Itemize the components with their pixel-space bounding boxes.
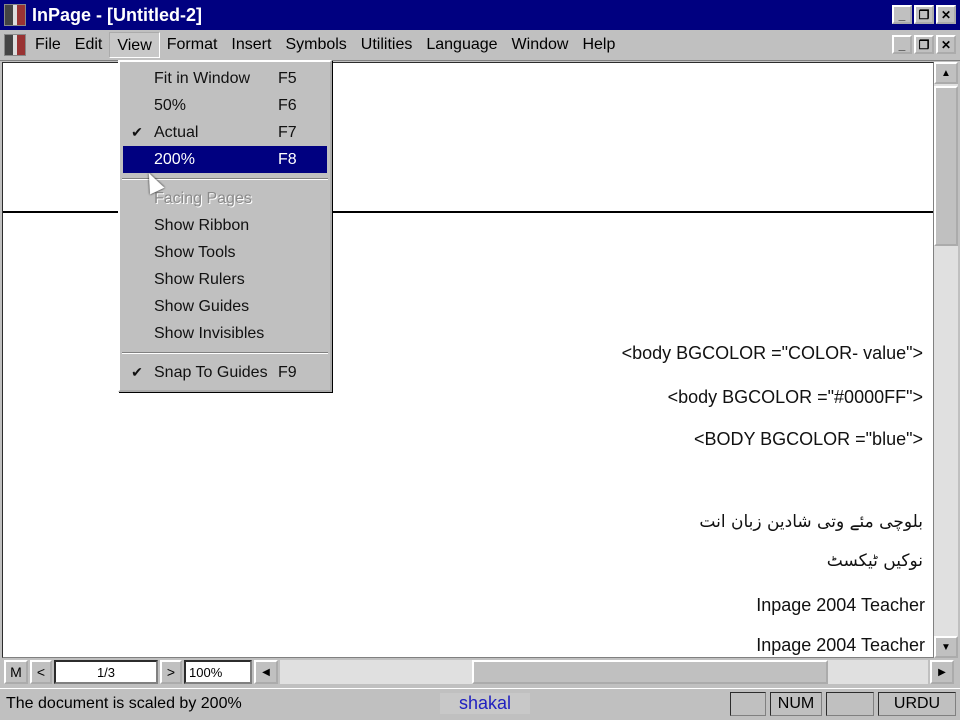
next-page-button[interactable]: >	[160, 660, 182, 684]
menu-view[interactable]: View	[109, 32, 160, 58]
menu-item-label: Show Rulers	[154, 270, 245, 288]
menu-insert[interactable]: Insert	[224, 32, 278, 58]
menu-item-snap-to-guides[interactable]: ✔ Snap To Guides F9	[120, 359, 330, 386]
text-line[interactable]: <BODY BGCOLOR ="blue">	[694, 429, 923, 450]
page-number-field[interactable]: 1/3	[54, 660, 158, 684]
scroll-up-button[interactable]: ▲	[934, 62, 958, 84]
navigation-bar: M < 1/3 > 100% ◀ ▶	[0, 658, 960, 686]
document-icon[interactable]	[4, 34, 26, 56]
menu-window[interactable]: Window	[505, 32, 576, 58]
horizontal-scrollbar[interactable]	[280, 660, 928, 684]
scroll-down-button[interactable]: ▼	[934, 636, 958, 658]
menu-symbols[interactable]: Symbols	[278, 32, 353, 58]
menu-item-label: Facing Pages	[154, 189, 252, 207]
status-message: The document is scaled by 200%	[6, 694, 242, 712]
title-bar: InPage - [Untitled-2] _ ❐ ✕	[0, 0, 960, 30]
menu-item-show-ribbon[interactable]: Show Ribbon	[120, 212, 330, 239]
scroll-left-button[interactable]: ◀	[254, 660, 278, 684]
menu-edit[interactable]: Edit	[68, 32, 110, 58]
doc-close-button[interactable]: ✕	[936, 35, 956, 54]
menu-item-label: 200%	[154, 150, 195, 168]
check-icon: ✔	[131, 124, 143, 140]
menu-item-label: Show Guides	[154, 297, 250, 315]
shortcut: F5	[278, 69, 297, 87]
check-icon: ✔	[131, 364, 143, 380]
shortcut: F7	[278, 123, 297, 141]
menu-help[interactable]: Help	[575, 32, 622, 58]
menu-item-fit-in-window[interactable]: Fit in Window F5	[120, 65, 330, 92]
close-button[interactable]: ✕	[936, 5, 956, 24]
vertical-scrollbar[interactable]: ▲ ▼	[934, 62, 958, 658]
menu-format[interactable]: Format	[160, 32, 225, 58]
menu-item-label: Show Ribbon	[154, 216, 250, 234]
status-cell-empty	[826, 691, 874, 716]
text-line[interactable]: <body BGCOLOR ="COLOR- value">	[622, 343, 923, 364]
urdu-text-line[interactable]: نوکیں ٹیکسٹ	[827, 551, 923, 571]
minimize-button[interactable]: _	[892, 5, 912, 24]
menu-item-show-rulers[interactable]: Show Rulers	[120, 266, 330, 293]
doc-restore-button[interactable]: ❐	[914, 35, 934, 54]
doc-minimize-button[interactable]: _	[892, 35, 912, 54]
menu-item-label: Show Tools	[154, 243, 236, 261]
menu-item-label: Fit in Window	[154, 69, 251, 87]
menu-item-label: Show Invisibles	[154, 324, 265, 342]
language-indicator: URDU	[878, 691, 956, 716]
menu-bar: File Edit View Format Insert Symbols Uti…	[0, 30, 960, 61]
prev-page-button[interactable]: <	[30, 660, 52, 684]
window-title: InPage - [Untitled-2]	[32, 4, 202, 25]
master-page-button[interactable]: M	[4, 660, 28, 684]
menu-item-show-tools[interactable]: Show Tools	[120, 239, 330, 266]
menu-language[interactable]: Language	[419, 32, 504, 58]
menu-item-show-invisibles[interactable]: Show Invisibles	[120, 320, 330, 347]
zoom-field[interactable]: 100%	[184, 660, 252, 684]
menu-item-label: Actual	[154, 123, 199, 141]
urdu-text-line[interactable]: بلوچی مئے وتی شادین زبان انت	[699, 511, 923, 532]
menu-item-label: 50%	[154, 96, 187, 114]
horizontal-scroll-thumb[interactable]	[472, 660, 828, 684]
status-cell-empty	[730, 691, 766, 716]
shortcut: F9	[278, 363, 297, 381]
menu-file[interactable]: File	[28, 32, 68, 58]
current-font: shakal	[440, 693, 530, 714]
menu-item-show-guides[interactable]: Show Guides	[120, 293, 330, 320]
shortcut: F8	[278, 150, 297, 168]
text-line[interactable]: Inpage 2004 Teacher	[756, 635, 925, 656]
restore-button[interactable]: ❐	[914, 5, 934, 24]
text-line[interactable]: Inpage 2004 Teacher	[756, 595, 925, 616]
text-line[interactable]: <body BGCOLOR ="#0000FF">	[668, 387, 923, 408]
status-bar: The document is scaled by 200% shakal NU…	[0, 688, 960, 718]
vertical-scroll-thumb[interactable]	[934, 86, 958, 246]
menu-utilities[interactable]: Utilities	[354, 32, 420, 58]
num-lock-indicator: NUM	[770, 691, 822, 716]
menu-item-200[interactable]: 200% F8	[123, 146, 327, 173]
scroll-right-button[interactable]: ▶	[930, 660, 954, 684]
shortcut: F6	[278, 96, 297, 114]
app-icon[interactable]	[4, 4, 26, 26]
view-menu-dropdown: Fit in Window F5 50% F6 ✔ Actual F7 200% F8 F…	[118, 60, 332, 392]
menu-separator	[122, 352, 328, 354]
menu-item-actual[interactable]: ✔ Actual F7	[120, 119, 330, 146]
menu-item-50[interactable]: 50% F6	[120, 92, 330, 119]
menu-item-label: Snap To Guides	[154, 363, 268, 381]
